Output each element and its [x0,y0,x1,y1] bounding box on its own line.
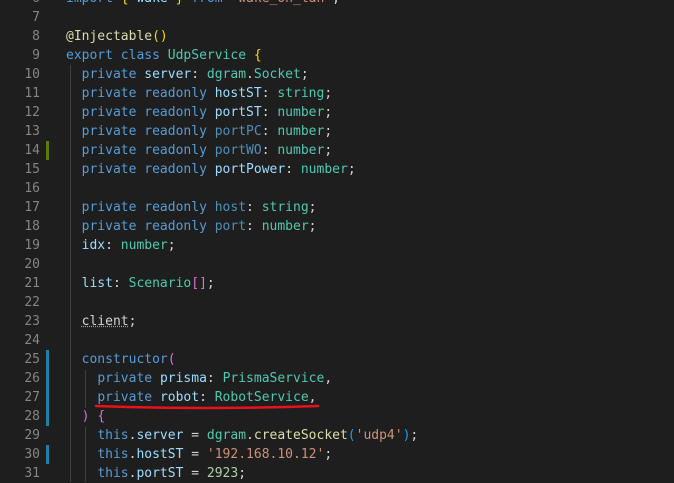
red-underline-annotation [94,404,320,410]
